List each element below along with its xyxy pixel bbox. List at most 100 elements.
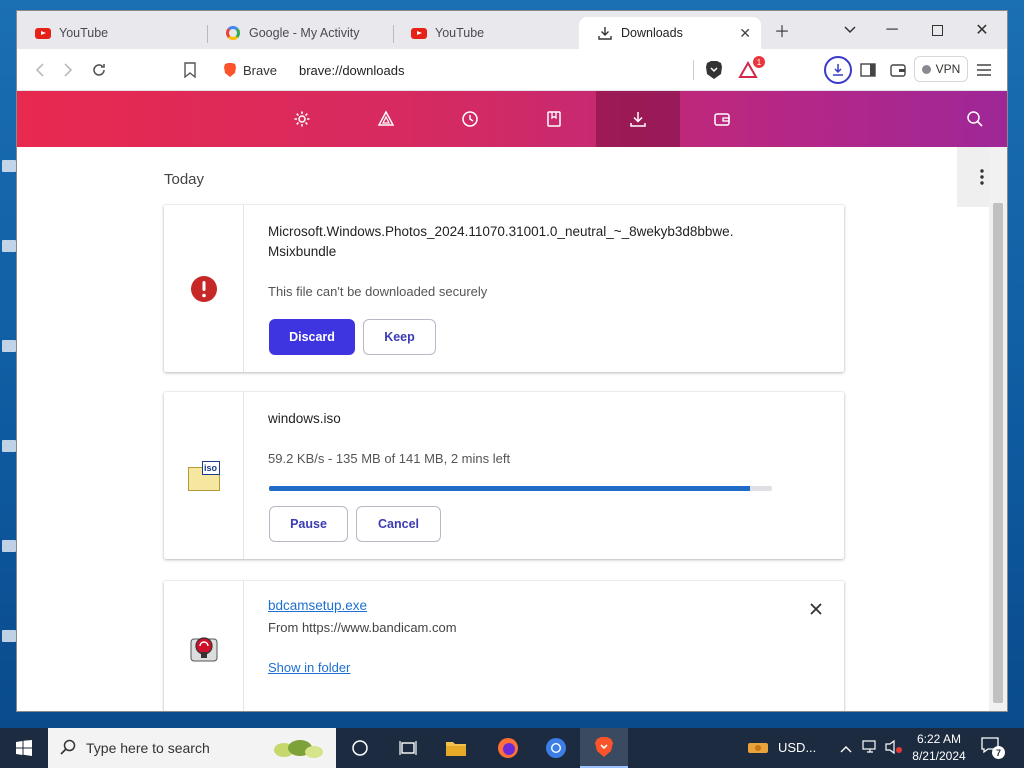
forward-button[interactable] <box>55 58 81 82</box>
taskbar-search-box[interactable]: Type here to search <box>48 728 336 768</box>
nav-search[interactable] <box>933 91 1007 147</box>
desktop-icon[interactable] <box>2 240 16 252</box>
search-icon <box>60 739 76 758</box>
scrollbar-thumb[interactable] <box>993 203 1003 703</box>
tab-google-activity[interactable]: Google - My Activity <box>207 17 393 49</box>
file-name-continued: Msixbundle <box>268 244 337 259</box>
nav-settings[interactable] <box>260 91 344 147</box>
keep-button[interactable]: Keep <box>363 319 436 355</box>
file-name: Microsoft.Windows.Photos_2024.11070.3100… <box>268 224 734 239</box>
sidebar-toggle-icon[interactable] <box>855 58 881 82</box>
download-icon <box>597 25 613 41</box>
desktop-icon[interactable] <box>2 630 16 642</box>
history-icon <box>462 111 478 127</box>
rewards-icon[interactable]: 1 <box>735 56 765 82</box>
notifications-icon[interactable]: 7 <box>980 736 1005 760</box>
vpn-label: VPN <box>935 62 961 76</box>
desktop-icon[interactable] <box>2 440 16 452</box>
network-icon[interactable] <box>862 739 878 760</box>
show-hidden-icons-chevron-icon[interactable] <box>840 740 852 758</box>
wallet-icon[interactable] <box>885 58 911 82</box>
youtube-icon <box>411 25 427 41</box>
show-in-folder-link[interactable]: Show in folder <box>268 660 844 675</box>
cancel-button[interactable]: Cancel <box>356 506 441 542</box>
reload-button[interactable] <box>86 58 112 82</box>
download-item-complete: bdcamsetup.exe From https://www.bandicam… <box>164 581 844 711</box>
weather-icon[interactable] <box>738 728 778 768</box>
download-progress-bar <box>269 486 772 491</box>
taskbar: Type here to search USD... 6:22 AM 8/21/… <box>0 728 1024 768</box>
close-tab-icon[interactable]: ✕ <box>739 25 751 42</box>
browser-window: YouTube Google - My Activity YouTube Dow… <box>17 11 1007 711</box>
tab-downloads[interactable]: Downloads ✕ <box>579 17 761 49</box>
clock-time: 6:22 AM <box>916 732 962 746</box>
task-view-icon[interactable] <box>336 728 384 768</box>
page-scrollbar[interactable] <box>989 147 1007 711</box>
file-link[interactable]: bdcamsetup.exe <box>268 598 844 613</box>
chrome-icon[interactable] <box>532 728 580 768</box>
file-name: windows.iso <box>268 411 341 426</box>
nav-wallet[interactable] <box>680 91 764 147</box>
tab-label: Google - My Activity <box>249 26 360 40</box>
tab-strip: YouTube Google - My Activity YouTube Dow… <box>17 11 1007 49</box>
currency-widget[interactable]: USD... <box>778 740 816 755</box>
maximize-button[interactable] <box>922 19 952 41</box>
timeline-icon[interactable] <box>384 728 432 768</box>
bookmarks-icon <box>547 111 561 127</box>
pause-button[interactable]: Pause <box>269 506 348 542</box>
icon-column <box>164 581 244 711</box>
new-tab-button[interactable]: ＋ <box>767 19 797 41</box>
tab-youtube-2[interactable]: YouTube <box>393 17 579 49</box>
firefox-icon[interactable] <box>484 728 532 768</box>
brave-shields-icon[interactable] <box>701 58 727 82</box>
clock-date: 8/21/2024 <box>912 749 966 763</box>
discard-button[interactable]: Discard <box>269 319 355 355</box>
search-highlight-icon <box>264 734 328 765</box>
search-icon <box>967 111 983 127</box>
minimize-button[interactable]: ─ <box>877 19 907 41</box>
bookmark-icon[interactable] <box>177 58 203 82</box>
icon-column: iso <box>164 392 244 559</box>
vpn-button[interactable]: VPN <box>914 56 968 82</box>
desktop-icon[interactable] <box>2 340 16 352</box>
menu-hamburger-icon[interactable] <box>971 58 997 82</box>
start-button[interactable] <box>0 728 48 768</box>
desktop-icon[interactable] <box>2 540 16 552</box>
download-item-dangerous: Microsoft.Windows.Photos_2024.11070.3100… <box>164 205 844 372</box>
tab-search-chevron-icon[interactable] <box>835 19 865 41</box>
site-identity-label: Brave <box>243 62 277 78</box>
back-button[interactable] <box>27 58 53 82</box>
url-text[interactable]: brave://downloads <box>299 63 405 78</box>
wallet-icon <box>714 113 730 126</box>
file-explorer-icon[interactable] <box>432 728 480 768</box>
rewards-triangle-icon <box>377 110 395 126</box>
iso-file-icon: iso <box>187 460 220 491</box>
tab-label: YouTube <box>59 26 109 40</box>
nav-downloads[interactable] <box>596 91 680 147</box>
remove-item-close-icon[interactable] <box>806 599 826 619</box>
tab-youtube-1[interactable]: YouTube <box>17 17 205 49</box>
nav-rewards[interactable] <box>344 91 428 147</box>
section-title: Today <box>164 171 205 188</box>
desktop-icon[interactable] <box>2 160 16 172</box>
address-bar[interactable]: Brave brave://downloads <box>213 55 773 85</box>
volume-muted-icon[interactable] <box>885 739 903 760</box>
google-icon <box>225 25 241 41</box>
brave-taskbar-icon[interactable] <box>580 728 628 768</box>
rewards-badge: 1 <box>753 56 765 68</box>
system-clock[interactable]: 6:22 AM 8/21/2024 <box>906 731 972 765</box>
nav-bookmarks[interactable] <box>512 91 596 147</box>
close-window-button[interactable]: ✕ <box>967 19 997 41</box>
vpn-status-icon <box>921 64 931 74</box>
gear-icon <box>294 111 310 127</box>
error-icon <box>190 275 217 302</box>
youtube-icon <box>35 25 51 41</box>
download-status: 59.2 KB/s - 135 MB of 141 MB, 2 mins lef… <box>268 451 511 466</box>
brave-lion-icon <box>223 62 237 83</box>
bandicam-setup-icon <box>190 636 217 661</box>
nav-history[interactable] <box>428 91 512 147</box>
download-warning: This file can't be downloaded securely <box>268 284 488 299</box>
tab-label: Downloads <box>621 26 683 40</box>
toolbar: Brave brave://downloads 1 VPN <box>17 49 1007 91</box>
downloads-toolbar-button[interactable] <box>824 56 852 84</box>
